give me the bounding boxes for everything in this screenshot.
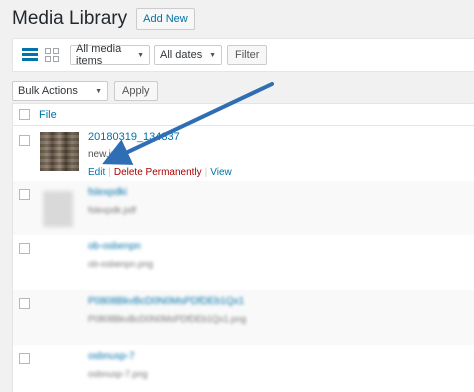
edit-link[interactable]: Edit — [88, 167, 105, 178]
media-title-link[interactable]: fslexpdki — [88, 187, 127, 198]
bulk-actions-row: Bulk Actions ▼ Apply — [12, 81, 158, 101]
media-title-link[interactable]: P0808BkvBcD0N0MsPDfDEb1Qx1 — [88, 296, 244, 307]
table-row: 20180319_134337 new.jpg Edit | Delete Pe… — [13, 127, 474, 181]
table-row: P0808BkvBcD0N0MsPDfDEb1Qx1 P0808BkvBcD0N… — [13, 290, 474, 345]
column-file-header[interactable]: File — [39, 109, 57, 121]
media-filename: P0808BkvBcD0N0MsPDfDEb1Qx1.png — [88, 314, 247, 324]
view-link[interactable]: View — [210, 167, 232, 178]
media-filename: osbnusp-7.png — [88, 369, 148, 379]
media-type-select[interactable]: All media items ▼ — [70, 43, 150, 67]
page-header: Media Library Add New — [12, 8, 195, 30]
media-title-link[interactable]: osbnusp-7 — [88, 351, 135, 362]
table-row: osbnusp-7 osbnusp-7.png — [13, 345, 474, 392]
filter-button[interactable]: Filter — [227, 45, 268, 65]
chevron-down-icon: ▼ — [95, 87, 102, 95]
media-toolbar: All media items ▼ All dates ▼ Filter — [12, 38, 474, 72]
table-row: ob-osbenpn ob-osbenpn.png — [13, 235, 474, 290]
grid-view-icon[interactable] — [44, 47, 60, 63]
media-table: File 20180319_134337 new.jpg Edit | Dele… — [12, 103, 474, 392]
row-checkbox[interactable] — [19, 135, 30, 146]
media-thumbnail[interactable] — [40, 132, 79, 171]
page-title: Media Library — [12, 8, 128, 29]
bulk-actions-select-value: Bulk Actions — [18, 85, 78, 97]
date-select-value: All dates — [160, 49, 203, 61]
row-checkbox[interactable] — [19, 189, 30, 200]
media-title-link[interactable]: 20180319_134337 — [88, 131, 180, 143]
bulk-actions-select[interactable]: Bulk Actions ▼ — [12, 81, 108, 101]
chevron-down-icon: ▼ — [137, 51, 144, 59]
media-thumbnail[interactable] — [43, 191, 73, 227]
list-view-icon[interactable] — [22, 47, 38, 63]
apply-button[interactable]: Apply — [114, 81, 158, 101]
row-checkbox[interactable] — [19, 243, 30, 254]
chevron-down-icon: ▼ — [209, 51, 216, 59]
media-filename: fslexpdk.pdf — [88, 205, 137, 215]
media-type-select-value: All media items — [76, 43, 122, 67]
add-new-button[interactable]: Add New — [136, 8, 195, 30]
date-select[interactable]: All dates ▼ — [154, 45, 222, 65]
row-checkbox[interactable] — [19, 353, 30, 364]
delete-permanently-link[interactable]: Delete Permanently — [114, 167, 202, 178]
media-filename: ob-osbenpn.png — [88, 259, 154, 269]
row-actions: Edit | Delete Permanently | View — [88, 167, 232, 178]
table-header: File — [13, 104, 474, 126]
table-row: fslexpdki fslexpdk.pdf — [13, 181, 474, 235]
separator: | — [204, 167, 208, 178]
select-all-checkbox[interactable] — [19, 109, 30, 120]
media-title-link[interactable]: ob-osbenpn — [88, 241, 141, 252]
row-checkbox[interactable] — [19, 298, 30, 309]
separator: | — [108, 167, 111, 178]
media-filename: new.jpg — [88, 149, 122, 160]
